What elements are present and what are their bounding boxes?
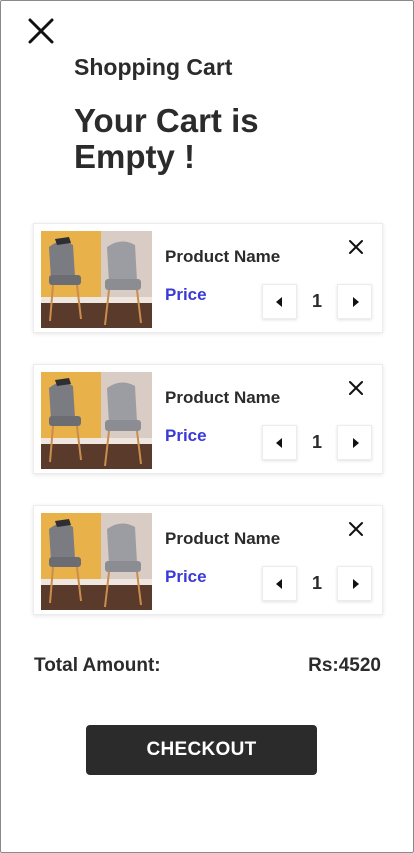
caret-left-icon <box>275 437 282 448</box>
product-image <box>41 231 152 328</box>
remove-item-button[interactable] <box>345 236 367 258</box>
product-name: Product Name <box>165 529 281 548</box>
close-icon <box>349 381 363 395</box>
product-image <box>41 372 152 469</box>
total-amount-label: Total Amount: <box>34 655 161 676</box>
total-amount-value: Rs:4520 <box>308 655 381 676</box>
close-icon <box>349 522 363 536</box>
increase-quantity-button[interactable] <box>337 425 372 460</box>
cart-screen: Shopping Cart Your Cart is Empty ! Produ… <box>0 0 414 853</box>
quantity-value: 1 <box>311 291 322 311</box>
close-button[interactable] <box>23 13 59 49</box>
caret-right-icon <box>352 296 359 307</box>
caret-left-icon <box>275 578 282 589</box>
quantity-stepper: 1 <box>262 284 372 319</box>
product-price: Price <box>165 285 207 304</box>
caret-right-icon <box>352 578 359 589</box>
remove-item-button[interactable] <box>345 377 367 399</box>
cart-list: Product Name Price 1 Product Name Price … <box>33 223 383 646</box>
decrease-quantity-button[interactable] <box>262 425 297 460</box>
quantity-value: 1 <box>311 573 322 593</box>
checkout-button[interactable]: CHECKOUT <box>86 725 317 775</box>
product-price: Price <box>165 567 207 586</box>
close-icon <box>349 240 363 254</box>
cart-item: Product Name Price 1 <box>33 505 383 615</box>
quantity-stepper: 1 <box>262 566 372 601</box>
caret-right-icon <box>352 437 359 448</box>
increase-quantity-button[interactable] <box>337 284 372 319</box>
cart-item: Product Name Price 1 <box>33 364 383 474</box>
increase-quantity-button[interactable] <box>337 566 372 601</box>
product-name: Product Name <box>165 388 281 407</box>
decrease-quantity-button[interactable] <box>262 566 297 601</box>
quantity-stepper: 1 <box>262 425 372 460</box>
product-image <box>41 513 152 610</box>
product-price: Price <box>165 426 207 445</box>
decrease-quantity-button[interactable] <box>262 284 297 319</box>
close-icon <box>28 18 54 44</box>
page-title: Your Cart is Empty ! <box>74 102 259 175</box>
quantity-value: 1 <box>311 432 322 452</box>
cart-item: Product Name Price 1 <box>33 223 383 333</box>
remove-item-button[interactable] <box>345 518 367 540</box>
caret-left-icon <box>275 296 282 307</box>
page-subtitle: Shopping Cart <box>74 54 233 80</box>
product-name: Product Name <box>165 247 281 266</box>
